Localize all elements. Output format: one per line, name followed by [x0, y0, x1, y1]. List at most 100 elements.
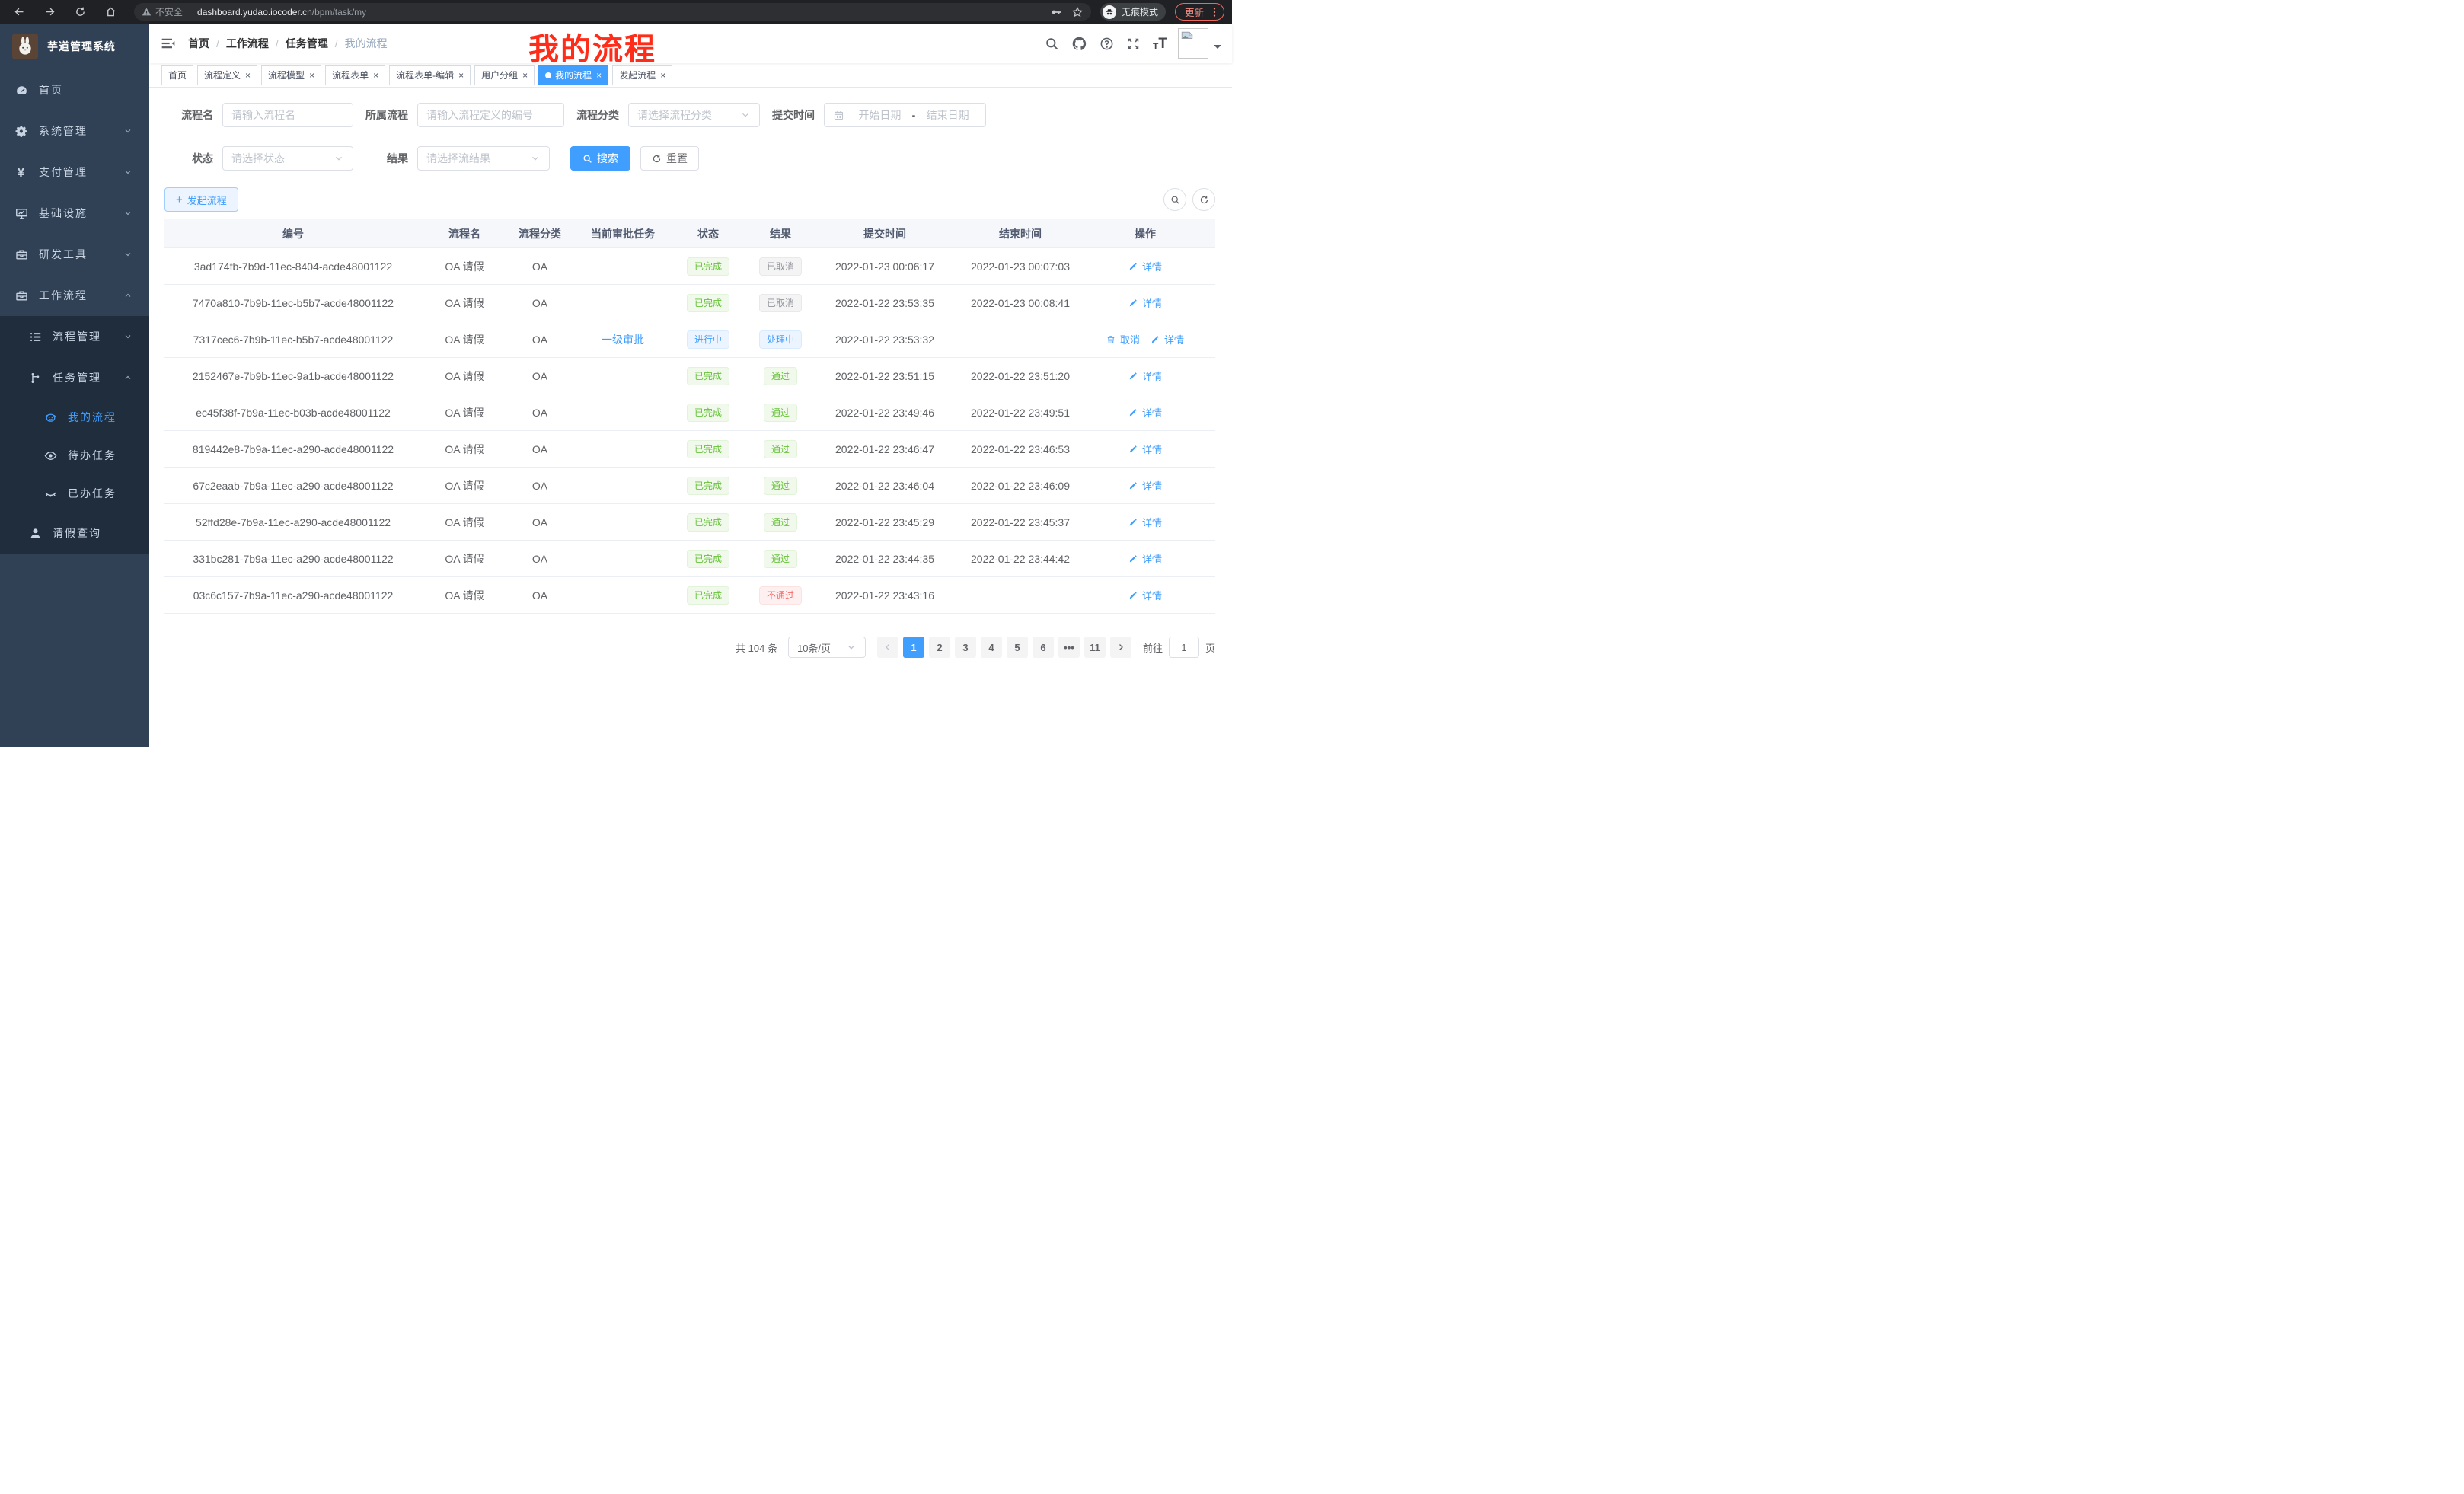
page-button-1[interactable]: 1	[903, 637, 924, 658]
avatar[interactable]	[1178, 28, 1208, 59]
cell-end-time: 2022-01-23 00:07:03	[952, 260, 1089, 273]
table-search-toggle-button[interactable]	[1163, 188, 1186, 211]
detail-action-link[interactable]: 详情	[1128, 369, 1162, 383]
tab-流程模型[interactable]: 流程模型×	[261, 65, 321, 85]
url-path[interactable]: /bpm/task/my	[312, 7, 366, 18]
close-icon[interactable]: ×	[660, 71, 665, 80]
header-search-icon[interactable]	[1045, 37, 1059, 51]
address-bar[interactable]: 不安全 dashboard.yudao.iocoder.cn /bpm/task…	[134, 3, 1091, 21]
prev-page-button[interactable]	[877, 637, 898, 658]
close-icon[interactable]: ×	[522, 71, 528, 80]
browser-back-icon[interactable]	[9, 2, 29, 22]
create-process-button[interactable]: + 发起流程	[164, 187, 238, 212]
url-host[interactable]: dashboard.yudao.iocoder.cn	[197, 7, 312, 18]
close-icon[interactable]: ×	[373, 71, 378, 80]
browser-reload-icon[interactable]	[70, 2, 90, 22]
cell-actions: 详情	[1089, 369, 1202, 383]
page-button-11[interactable]: 11	[1084, 637, 1106, 658]
detail-action-link[interactable]: 详情	[1128, 551, 1162, 566]
search-button[interactable]: 搜索	[570, 146, 630, 171]
browser-update-button[interactable]: 更新	[1175, 3, 1224, 21]
sidebar-item-我的流程[interactable]: 我的流程	[0, 398, 149, 436]
sidebar-item-任务管理[interactable]: 任务管理	[0, 357, 149, 398]
sidebar-item-工作流程[interactable]: 工作流程	[0, 275, 149, 316]
font-size-icon[interactable]: TT	[1153, 37, 1167, 51]
page-button-4[interactable]: 4	[981, 637, 1002, 658]
sidebar-item-首页[interactable]: 首页	[0, 69, 149, 110]
category-select[interactable]: 请选择流程分类	[628, 103, 760, 127]
page-button-2[interactable]: 2	[929, 637, 950, 658]
reset-button[interactable]: 重置	[640, 146, 699, 171]
password-key-icon[interactable]	[1050, 6, 1062, 18]
sidebar-item-流程管理[interactable]: 流程管理	[0, 316, 149, 357]
process-name-input-field[interactable]	[231, 109, 344, 121]
detail-action-link[interactable]: 详情	[1128, 515, 1162, 529]
current-task-link[interactable]: 一级审批	[602, 334, 644, 346]
fullscreen-icon[interactable]	[1126, 37, 1141, 51]
sidebar-item-请假查询[interactable]: 请假查询	[0, 512, 149, 554]
github-icon[interactable]	[1071, 36, 1087, 52]
status-select[interactable]: 请选择状态	[222, 146, 353, 171]
close-icon[interactable]: ×	[458, 71, 464, 80]
sidebar-item-label: 系统管理	[39, 123, 88, 139]
detail-action-link[interactable]: 详情	[1128, 259, 1162, 273]
goto-page-input[interactable]	[1169, 637, 1199, 658]
close-icon[interactable]: ×	[245, 71, 251, 80]
detail-action-link[interactable]: 详情	[1128, 442, 1162, 456]
end-date-placeholder[interactable]: 结束日期	[918, 107, 977, 123]
detail-action-link[interactable]: 详情	[1151, 332, 1184, 346]
update-label[interactable]: 更新	[1185, 5, 1204, 19]
sidebar-item-已办任务[interactable]: 已办任务	[0, 474, 149, 512]
process-definition-input-field[interactable]	[426, 109, 555, 121]
breadcrumb-item[interactable]: 工作流程	[226, 36, 269, 51]
bookmark-star-icon[interactable]	[1071, 6, 1084, 18]
close-icon[interactable]: ×	[309, 71, 314, 80]
browser-menu-icon[interactable]	[1208, 6, 1221, 18]
tab-发起流程[interactable]: 发起流程×	[612, 65, 672, 85]
cell-current-task[interactable]: 一级审批	[573, 332, 673, 347]
page-button-6[interactable]: 6	[1033, 637, 1054, 658]
pager-ellipsis[interactable]: •••	[1058, 637, 1080, 658]
sidebar-toggle-hamburger-icon[interactable]	[161, 36, 176, 51]
sidebar-item-基础设施[interactable]: 基础设施	[0, 193, 149, 234]
app-logo-row[interactable]: 芋道管理系统	[0, 24, 149, 69]
table-header-row: 编号流程名流程分类当前审批任务状态结果提交时间结束时间操作	[164, 219, 1215, 248]
table-refresh-button[interactable]	[1192, 188, 1215, 211]
security-label[interactable]: 不安全	[155, 5, 183, 18]
browser-home-icon[interactable]	[101, 2, 120, 22]
browser-forward-icon[interactable]	[40, 2, 59, 22]
avatar-dropdown-caret-icon[interactable]	[1214, 45, 1221, 53]
cancel-action-link[interactable]: 取消	[1106, 332, 1140, 346]
cell-submit-time: 2022-01-23 00:06:17	[818, 260, 952, 273]
start-date-placeholder[interactable]: 开始日期	[851, 107, 909, 123]
cell-submit-time: 2022-01-22 23:49:46	[818, 407, 952, 419]
detail-action-link[interactable]: 详情	[1128, 478, 1162, 493]
next-page-button[interactable]	[1110, 637, 1131, 658]
sidebar-item-研发工具[interactable]: 研发工具	[0, 234, 149, 275]
page-button-3[interactable]: 3	[955, 637, 976, 658]
detail-action-link[interactable]: 详情	[1128, 295, 1162, 310]
close-icon[interactable]: ×	[596, 71, 602, 80]
sidebar-item-支付管理[interactable]: ¥支付管理	[0, 152, 149, 193]
sidebar-item-label: 待办任务	[68, 448, 116, 463]
process-definition-input[interactable]	[417, 103, 564, 127]
tab-我的流程[interactable]: 我的流程×	[538, 65, 608, 85]
process-name-input[interactable]	[222, 103, 353, 127]
breadcrumb-item[interactable]: 首页	[188, 36, 209, 51]
detail-action-link[interactable]: 详情	[1128, 405, 1162, 420]
tab-用户分组[interactable]: 用户分组×	[474, 65, 535, 85]
detail-action-link[interactable]: 详情	[1128, 588, 1162, 602]
breadcrumb-item[interactable]: 任务管理	[286, 36, 328, 51]
tab-首页[interactable]: 首页	[161, 65, 193, 85]
sidebar-item-系统管理[interactable]: 系统管理	[0, 110, 149, 152]
page-button-5[interactable]: 5	[1007, 637, 1028, 658]
tab-流程表单-编辑[interactable]: 流程表单-编辑×	[389, 65, 471, 85]
help-icon[interactable]	[1100, 37, 1114, 51]
page-size-select[interactable]: 10条/页	[788, 637, 866, 658]
result-select[interactable]: 请选择流结果	[417, 146, 550, 171]
sidebar-item-待办任务[interactable]: 待办任务	[0, 436, 149, 474]
submit-time-range-picker[interactable]: 开始日期 - 结束日期	[824, 103, 986, 127]
tab-流程定义[interactable]: 流程定义×	[197, 65, 257, 85]
tab-流程表单[interactable]: 流程表单×	[325, 65, 385, 85]
status-badge: 已完成	[687, 550, 729, 568]
